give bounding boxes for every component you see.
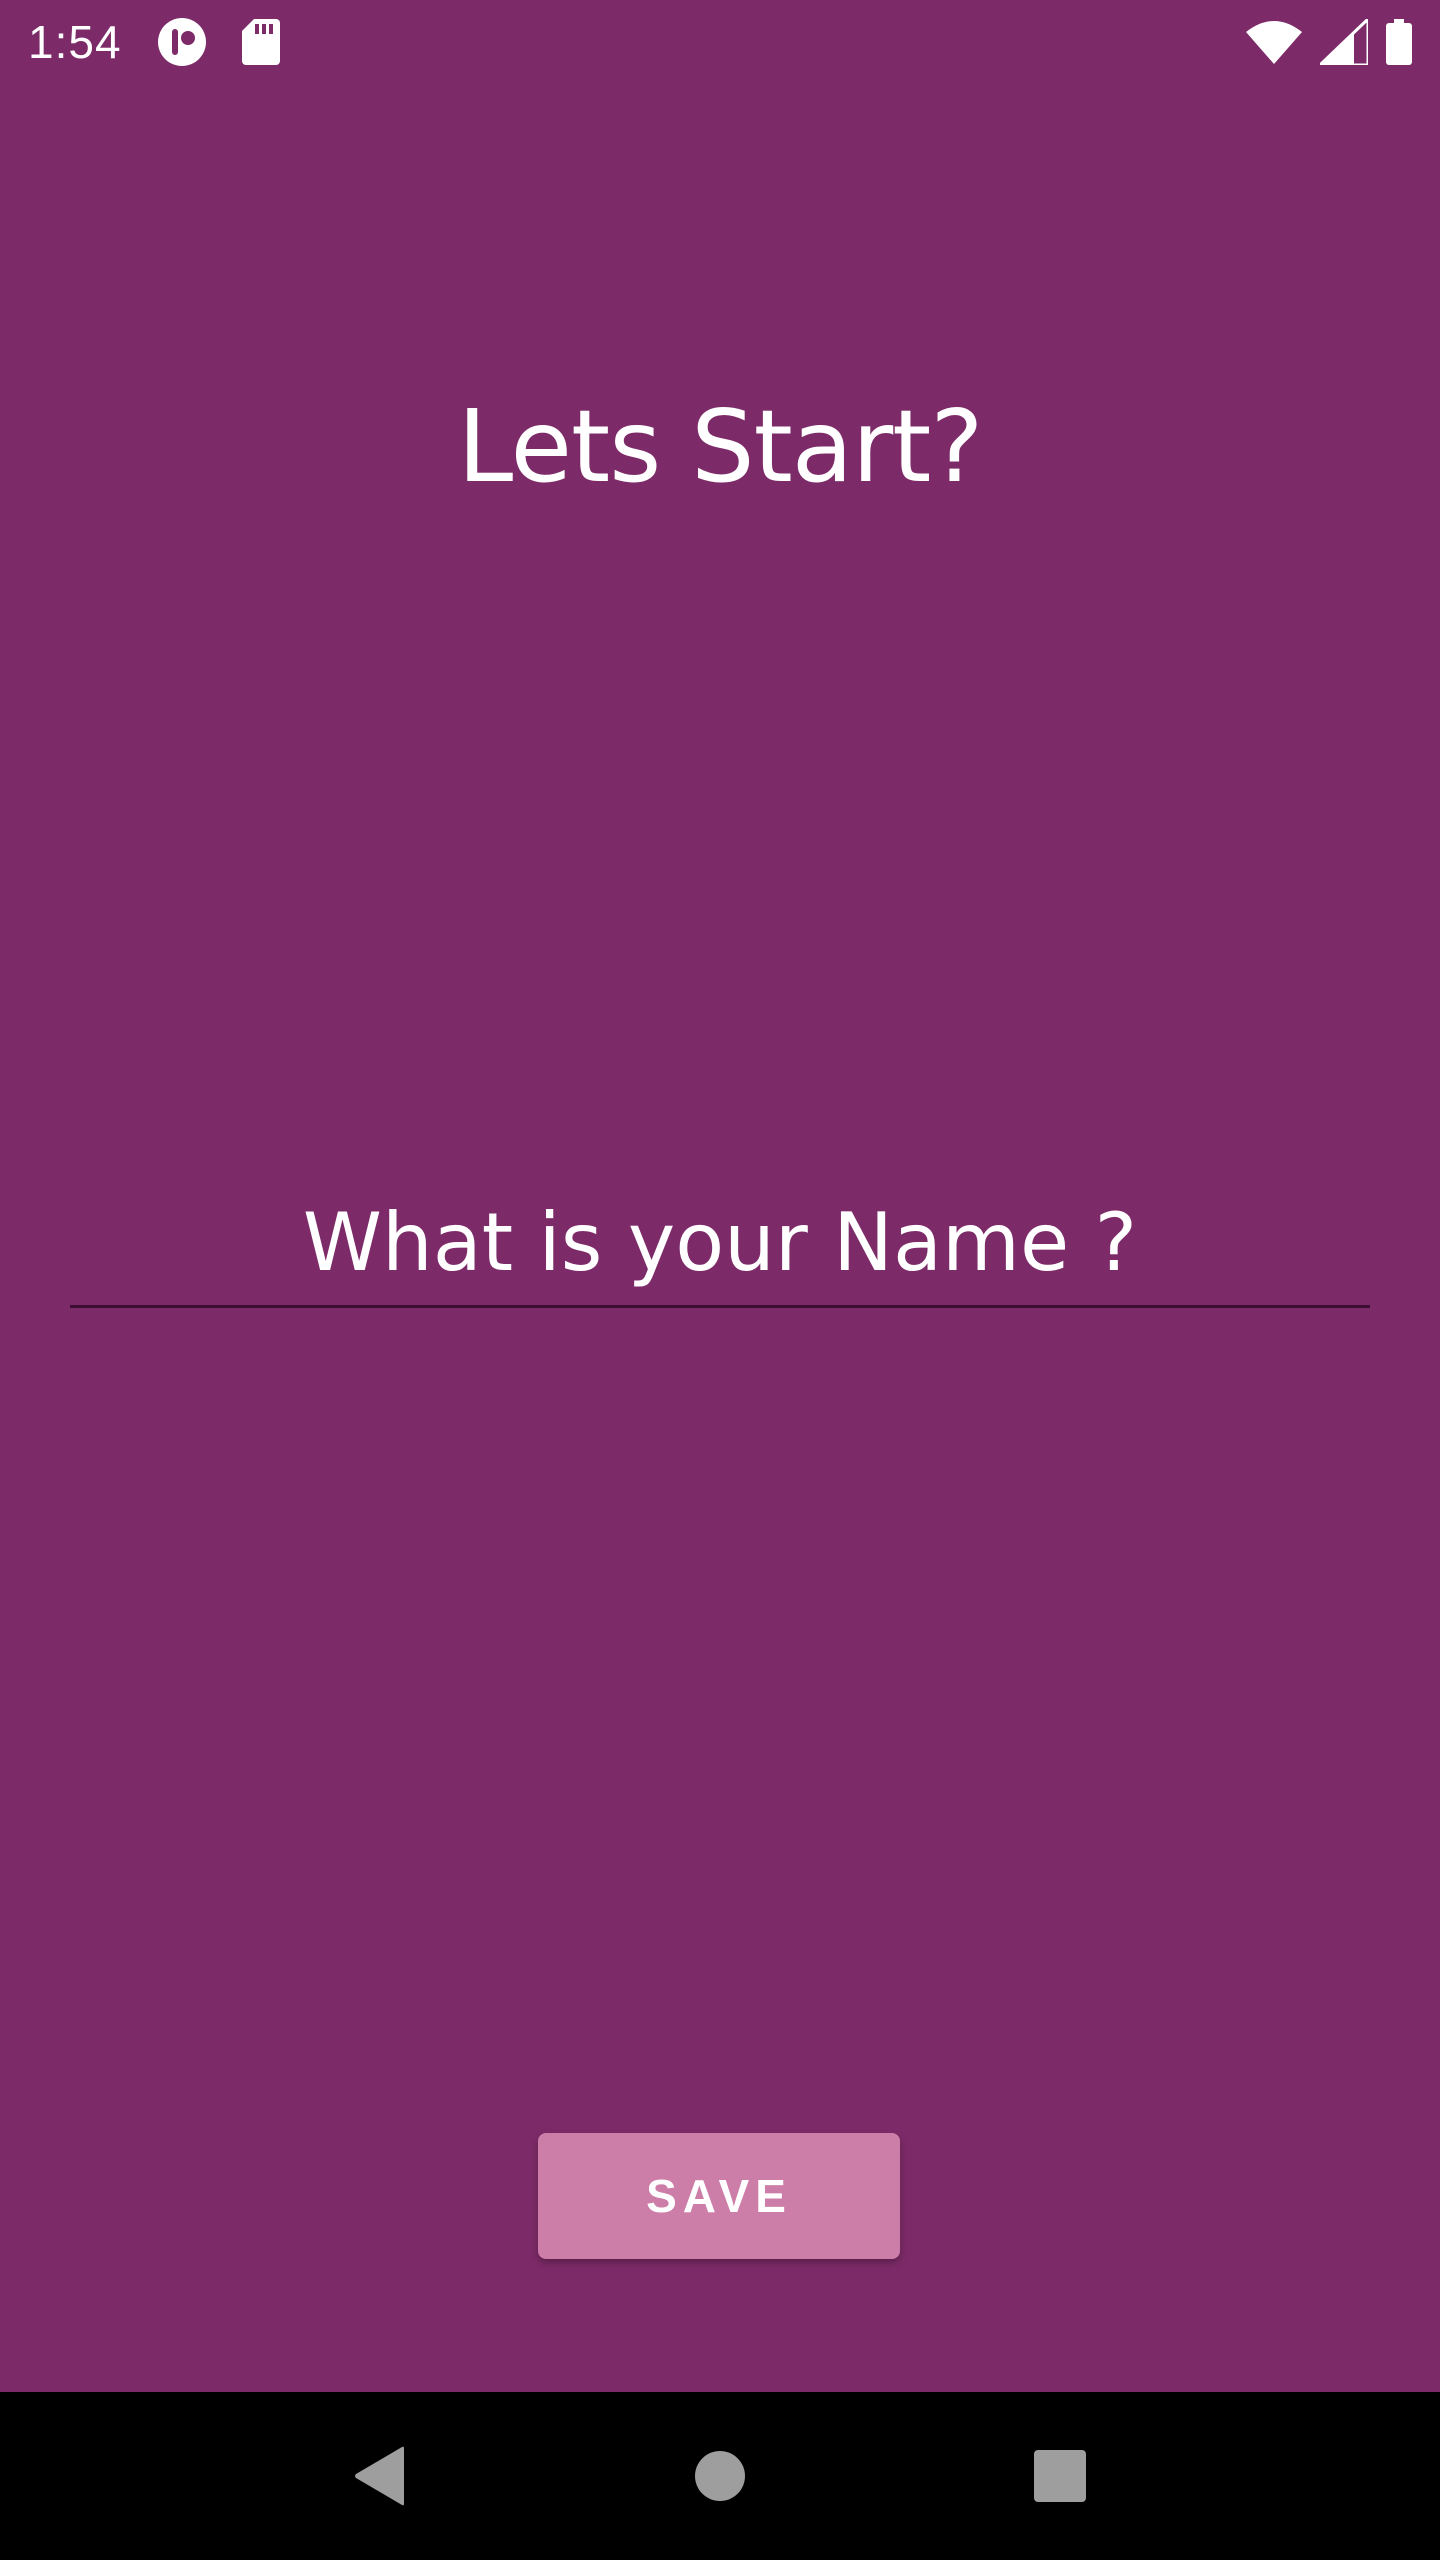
recents-icon: [1033, 2449, 1087, 2503]
home-button[interactable]: [665, 2421, 775, 2531]
navigation-bar: [0, 2392, 1440, 2560]
status-time: 1:54: [28, 16, 122, 68]
name-input[interactable]: [70, 1180, 1370, 1308]
page-title: Lets Start?: [457, 388, 984, 505]
status-left: 1:54: [28, 15, 280, 69]
status-bar: 1:54: [0, 0, 1440, 84]
back-icon: [352, 2446, 408, 2506]
wifi-icon: [1246, 20, 1302, 64]
home-icon: [694, 2450, 746, 2502]
battery-icon: [1386, 19, 1412, 65]
signal-icon: [1320, 19, 1368, 65]
save-button[interactable]: SAVE: [538, 2133, 900, 2259]
back-button[interactable]: [325, 2421, 435, 2531]
recents-button[interactable]: [1005, 2421, 1115, 2531]
app-screen: 1:54 Lets Start? What is your Name ? SAV…: [0, 0, 1440, 2560]
sync-icon: [156, 16, 208, 68]
sd-card-icon: [241, 19, 280, 65]
status-right: [1246, 19, 1412, 65]
